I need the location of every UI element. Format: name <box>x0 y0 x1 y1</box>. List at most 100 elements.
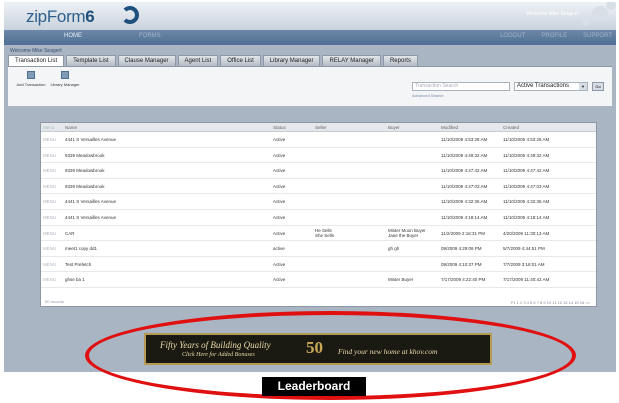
cell-status: Active <box>273 230 286 236</box>
col-status[interactable]: Status <box>271 123 313 131</box>
cell-status: Active <box>273 152 286 158</box>
cell-created: 7/7/2009 3:18:01 AM <box>503 261 545 267</box>
table-row[interactable]: MENU 9339 Meadowbrook Active 11/10/2009 4:4… <box>41 163 596 179</box>
col-menu[interactable]: Menu <box>41 123 63 131</box>
table-body: MENU 4441 S Versailles Avenue Active 11/10/… <box>41 132 596 288</box>
transaction-search-input[interactable]: Transaction Search <box>412 82 510 91</box>
cell-seller <box>313 163 386 178</box>
cell-name[interactable]: CAR <box>63 226 271 241</box>
add-transaction-button[interactable]: Add Transaction <box>16 71 46 87</box>
table-header: Menu Name Status Seller Buyer Modified C… <box>41 123 596 132</box>
cell-name[interactable]: 9339 Meadowbrook <box>63 163 271 178</box>
table-row[interactable]: MENU 9339 Meadowbrook Active 11/10/2009 4:4… <box>41 148 596 164</box>
cell-seller <box>313 179 386 194</box>
cell-modified: 11/10/2009 4:32:36 AM <box>441 199 488 205</box>
cell-status: Active <box>273 277 286 283</box>
cell-name[interactable]: 4441 S Versailles Avenue <box>63 194 271 209</box>
library-manager-label: Library Manager <box>50 82 80 87</box>
table-row[interactable]: MENU meet1 copy dd1 active gh gh 09/2009 4:2… <box>41 241 596 257</box>
nav-support[interactable]: SUPPORT <box>583 33 612 39</box>
tab-agent-list[interactable]: Agent List <box>177 55 219 66</box>
cell-created: 4/20/2009 11:30:13 AM <box>503 230 550 236</box>
transaction-filter-select[interactable]: Active Transactions ▼ <box>514 82 588 91</box>
nav-logout[interactable]: LOGOUT <box>500 33 525 39</box>
toolbar: Add Transaction Library Manager Transact… <box>8 66 612 106</box>
cell-modified: 11/2/2009 2:16:31 PM <box>441 230 485 236</box>
cell-status: active <box>273 246 285 252</box>
leaderboard-caption: Leaderboard <box>262 377 366 396</box>
cell-buyer <box>386 132 439 147</box>
add-transaction-icon <box>27 71 35 79</box>
cell-seller <box>313 257 386 272</box>
cell-modified: 11/10/2009 4:47:03 AM <box>441 183 488 189</box>
user-line: Welcome Mike Seagert <box>10 48 62 54</box>
table-row[interactable]: MENU 4441 S Versailles Avenue Active 11/10/… <box>41 194 596 210</box>
cell-menu[interactable]: MENU <box>41 226 63 241</box>
tab-relay-manager[interactable]: RELAY Manager <box>322 55 381 66</box>
table-row[interactable]: MENU ghse ba 1 Active Mister Buyer 7/17/2009… <box>41 272 596 288</box>
col-created[interactable]: Created <box>501 123 561 131</box>
cell-seller <box>313 241 386 256</box>
cell-name[interactable]: 9339 Meadowbrook <box>63 148 271 163</box>
cell-seller <box>313 132 386 147</box>
tab-library-manager[interactable]: Library Manager <box>262 55 321 66</box>
advanced-search-link[interactable]: Advanced Search <box>412 93 444 98</box>
tab-clause-manager[interactable]: Clause Manager <box>117 55 176 66</box>
table-row[interactable]: MENU 4441 S Versailles Avenue Active 11/10/… <box>41 210 596 226</box>
nav-home[interactable]: HOME <box>64 33 82 39</box>
cell-modified: 09/2009 4:10:37 PM <box>441 261 482 267</box>
cell-menu[interactable]: MENU <box>41 194 63 209</box>
cell-name[interactable]: 4441 S Versailles Avenue <box>63 210 271 225</box>
tab-transaction-list[interactable]: Transaction List <box>8 55 65 66</box>
col-seller[interactable]: Seller <box>313 123 386 131</box>
cell-created: 7/17/2009 11:40:42 AM <box>503 277 550 283</box>
cell-menu[interactable]: MENU <box>41 132 63 147</box>
table-row[interactable]: MENU 9339 Meadowbrook Active 11/10/2009 4:4… <box>41 179 596 195</box>
cell-menu[interactable]: MENU <box>41 210 63 225</box>
table-row[interactable]: MENU CAR Active He Sells She Sells Mister Mo… <box>41 226 596 242</box>
cell-name[interactable]: meet1 copy dd1 <box>63 241 271 256</box>
cell-created: 11/10/2009 4:47:42 AM <box>503 168 550 174</box>
tab-reports[interactable]: Reports <box>382 55 418 66</box>
col-buyer[interactable]: Buyer <box>386 123 439 131</box>
go-button[interactable]: Go <box>592 82 604 91</box>
cell-created: 11/10/2009 4:53:28 AM <box>503 137 550 142</box>
logo-text: zipForm <box>26 7 86 26</box>
cell-created: 5/7/2009 4:44:51 PM <box>503 246 545 252</box>
app-logo[interactable]: zipForm6 <box>26 6 139 27</box>
cell-name[interactable]: Test Prefetch <box>63 257 271 272</box>
cell-buyer <box>386 179 439 194</box>
cell-name[interactable]: 9339 Meadowbrook <box>63 179 271 194</box>
cell-created: 11/10/2009 4:47:03 AM <box>503 183 550 189</box>
cell-created: 11/10/2009 4:49:32 AM <box>503 152 550 158</box>
tab-office-list[interactable]: Office List <box>220 55 261 66</box>
cell-status: Active <box>273 214 286 220</box>
nav-forms[interactable]: FORMS <box>139 33 161 39</box>
cell-status: Active <box>273 261 286 267</box>
cell-menu[interactable]: MENU <box>41 241 63 256</box>
cell-modified: 7/17/2009 4:22:40 PM <box>441 277 486 283</box>
tab-template-list[interactable]: Template List <box>66 55 116 66</box>
add-transaction-label: Add Transaction <box>16 82 46 87</box>
logo-swoosh-icon <box>121 6 139 24</box>
cell-menu[interactable]: MENU <box>41 272 63 287</box>
table-row[interactable]: MENU Test Prefetch Active 09/2009 4:10:37 P… <box>41 257 596 273</box>
cell-buyer: Mister Buyer <box>388 277 414 283</box>
cell-name[interactable]: ghse ba 1 <box>63 272 271 287</box>
table-row[interactable]: MENU 4441 S Versailles Avenue Active 11/10/… <box>41 132 596 148</box>
cell-created: 11/10/2009 4:18:14 AM <box>503 214 550 220</box>
cell-name[interactable]: 4441 S Versailles Avenue <box>63 132 271 147</box>
library-manager-button[interactable]: Library Manager <box>50 71 80 87</box>
cell-menu[interactable]: MENU <box>41 257 63 272</box>
cell-created: 11/10/2009 4:32:36 AM <box>503 199 550 205</box>
cell-menu[interactable]: MENU <box>41 148 63 163</box>
cell-status: Active <box>273 137 286 142</box>
tab-bar: Transaction List Template List Clause Ma… <box>8 55 418 66</box>
col-name[interactable]: Name <box>63 123 271 131</box>
cell-menu[interactable]: MENU <box>41 163 63 178</box>
chevron-down-icon[interactable]: ▼ <box>579 83 587 90</box>
nav-profile[interactable]: PROFILE <box>541 33 567 39</box>
col-modified[interactable]: Modified <box>439 123 501 131</box>
cell-menu[interactable]: MENU <box>41 179 63 194</box>
pager[interactable]: P1 1 2 3 4 5 6 7 8 9 10 11 12 13 14 15 1… <box>511 300 590 305</box>
